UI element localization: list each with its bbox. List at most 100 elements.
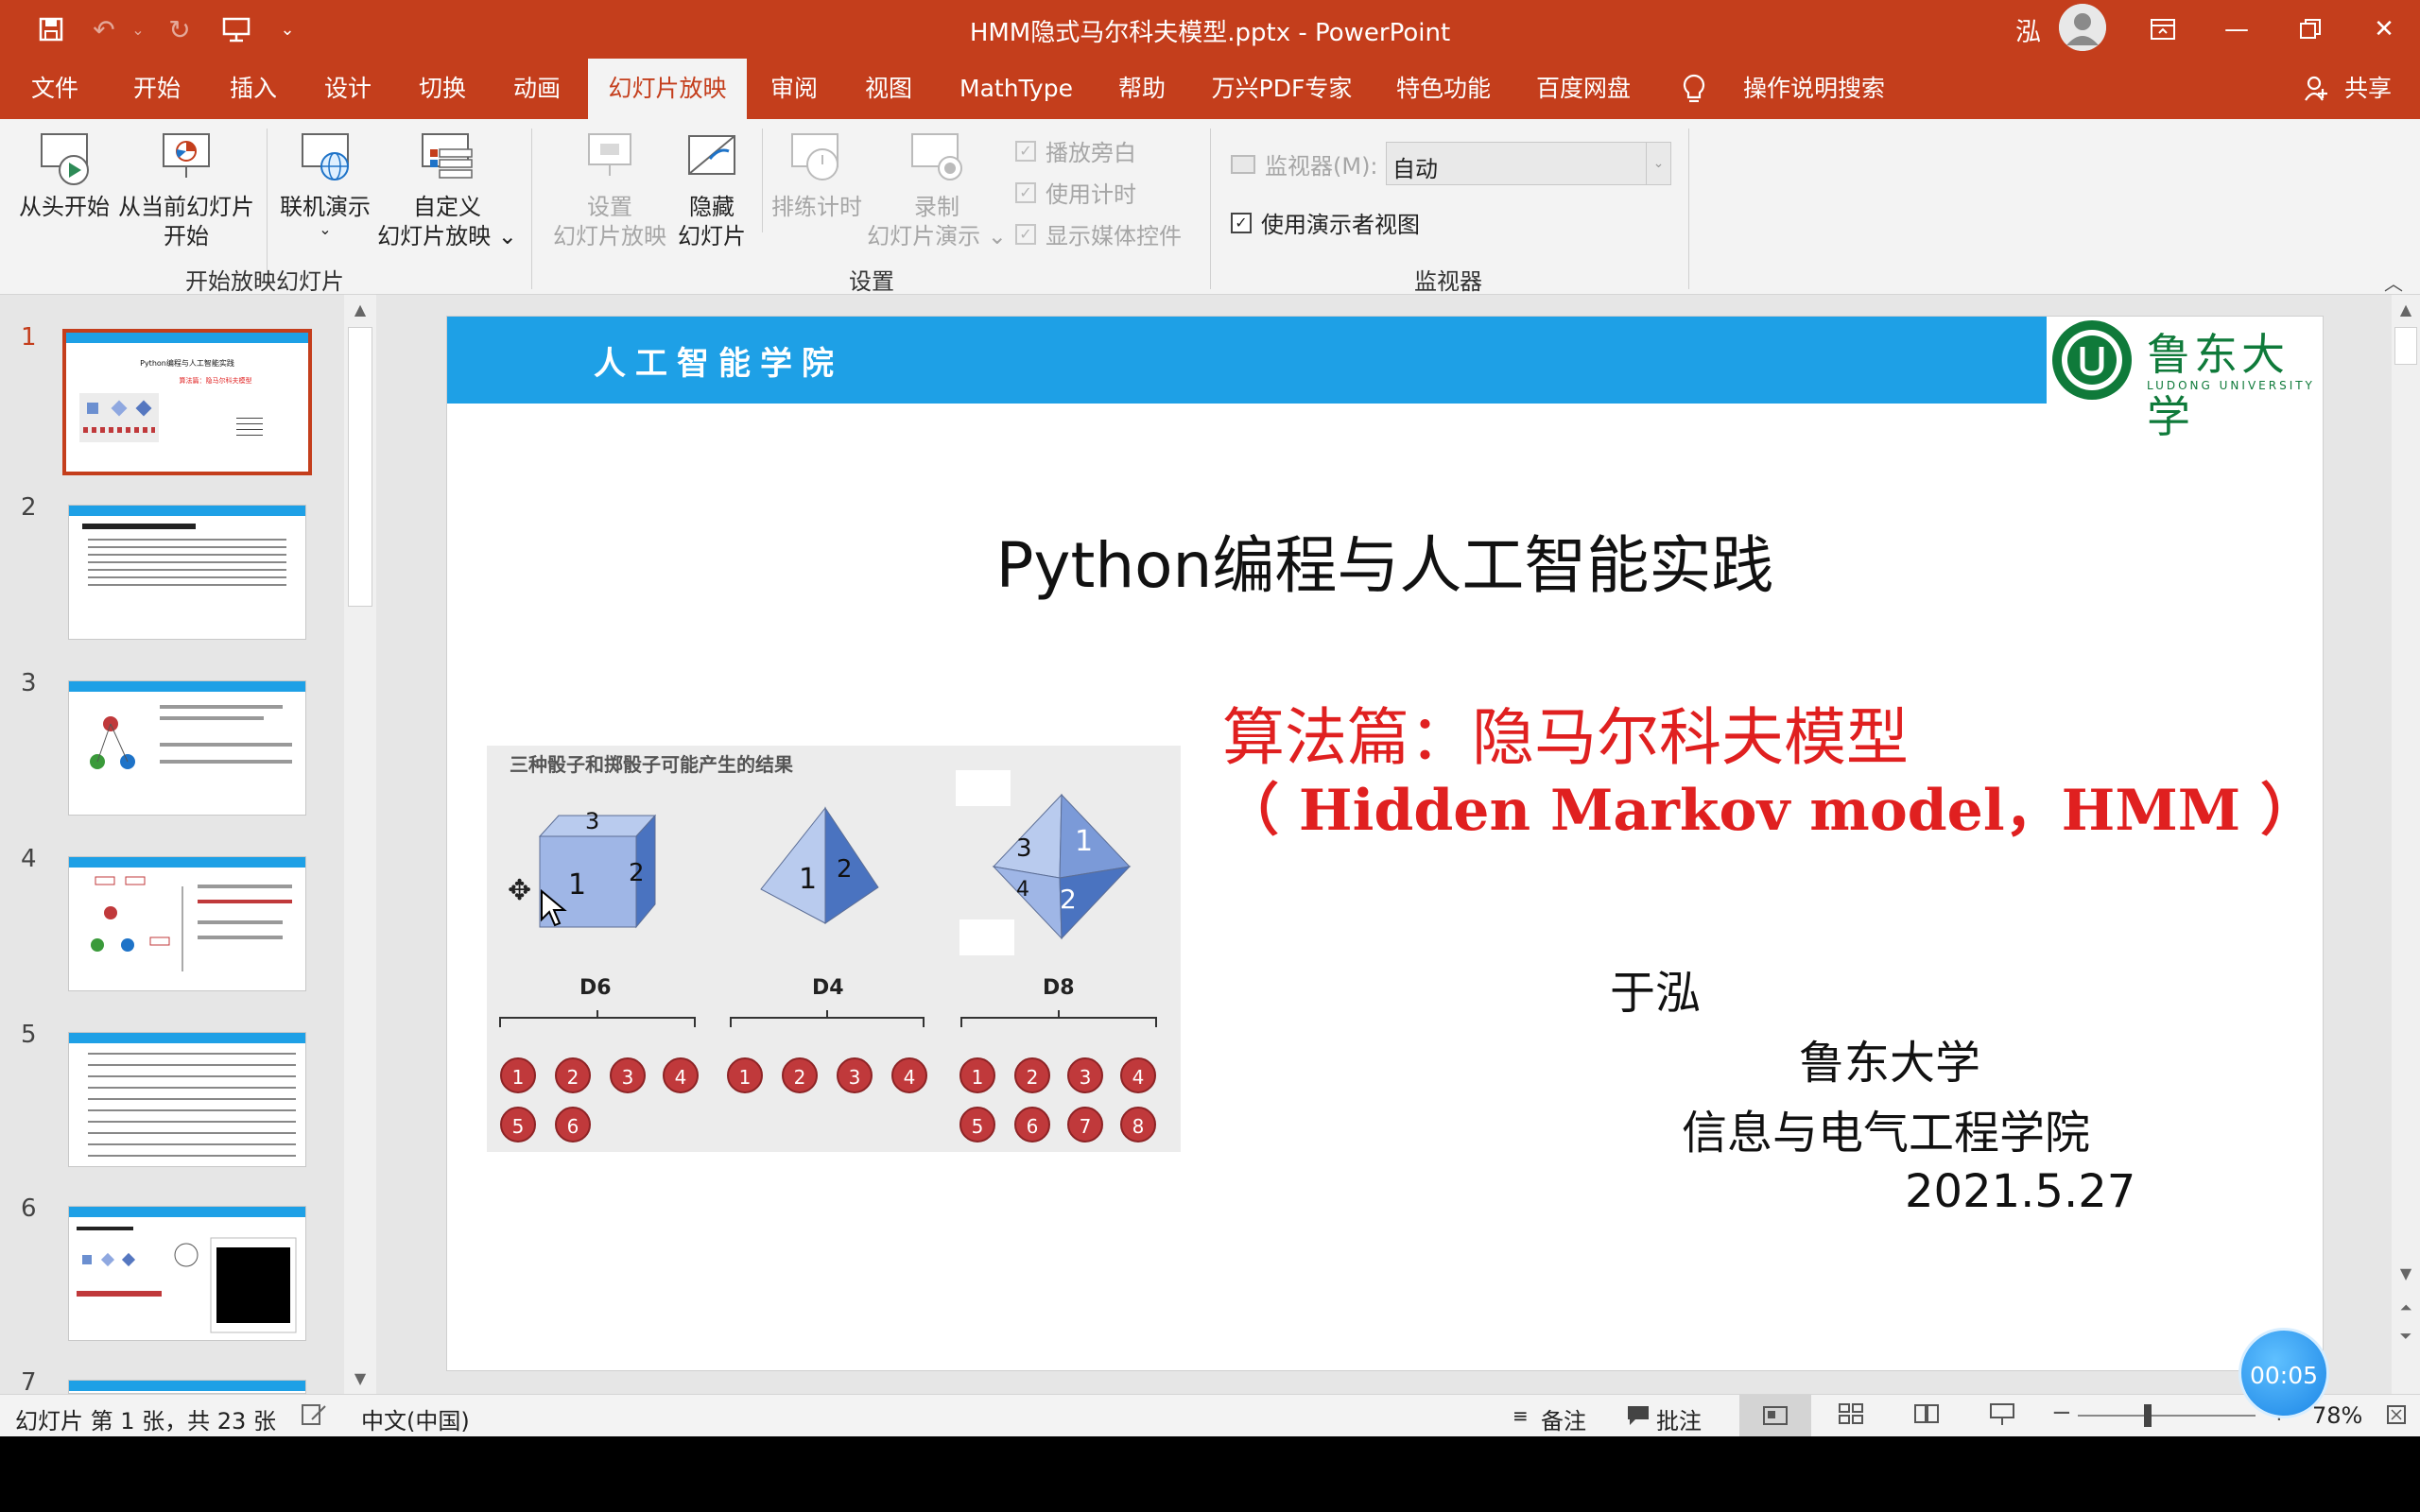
from-current-slide-button[interactable]: 从当前幻灯片 开始 — [115, 130, 257, 251]
d4-face-left: 1 — [799, 863, 818, 896]
author-name: 于泓 — [1610, 967, 1702, 1020]
collapse-ribbon-icon[interactable]: ︿ — [2384, 268, 2403, 296]
tab-baidu-netdisk[interactable]: 百度网盘 — [1531, 59, 1635, 119]
slide-sorter-icon[interactable] — [1838, 1402, 1864, 1431]
ribbon-display-options-icon[interactable] — [2135, 6, 2191, 53]
scroll-up-icon[interactable]: ▲ — [2392, 295, 2420, 325]
d8-face-b: 1 — [1075, 825, 1094, 858]
lightbulb-icon[interactable] — [1675, 59, 1713, 119]
slide-thumbnail-2[interactable] — [68, 505, 306, 640]
tab-wondershare-pdf[interactable]: 万兴PDF专家 — [1206, 59, 1357, 119]
minimize-icon[interactable]: — — [2208, 6, 2265, 53]
normal-view-button[interactable] — [1739, 1395, 1811, 1436]
slideshow-play-icon — [34, 130, 95, 189]
tell-me-search[interactable]: 操作说明搜索 — [1726, 59, 1902, 119]
next-slide-icon[interactable]: ⏷ — [2392, 1327, 2420, 1346]
present-online-button[interactable]: 联机演示 ⌄ — [274, 130, 376, 237]
tab-mathtype[interactable]: MathType — [953, 59, 1080, 119]
d8-outcome: 6 — [1014, 1107, 1050, 1143]
scrollbar-thumb[interactable] — [348, 327, 372, 607]
divider — [762, 129, 763, 232]
college-name: 人工智能学院 — [594, 345, 843, 383]
comment-icon[interactable] — [1626, 1404, 1651, 1433]
share-icon[interactable] — [2299, 59, 2333, 119]
avatar[interactable] — [2059, 4, 2106, 51]
rehearse-timings-button[interactable]: 排练计时 — [768, 130, 866, 222]
tab-review[interactable]: 审阅 — [762, 59, 826, 119]
slide-scrollbar[interactable]: ▲ ▼ ⏶ ⏷ — [2392, 295, 2420, 1394]
tab-slide-show[interactable]: 幻灯片放映 — [588, 59, 747, 119]
divider — [1688, 129, 1689, 289]
d6-outcome: 2 — [555, 1057, 591, 1093]
presentation-date: 2021.5.27 — [1905, 1165, 2136, 1218]
close-icon[interactable]: ✕ — [2356, 6, 2412, 53]
zoom-out-icon[interactable]: − — [2051, 1399, 2072, 1427]
scroll-up-icon[interactable]: ▲ — [344, 295, 376, 325]
use-timings-checkbox[interactable]: ✓ 使用计时 — [1015, 176, 1136, 209]
custom-slideshow-button[interactable]: 自定义 幻灯片放映 ⌄ — [376, 130, 518, 251]
university-logo: 鲁东大学 LUDONG UNIVERSITY — [2047, 317, 2323, 442]
tab-view[interactable]: 视图 — [856, 59, 921, 119]
current-slide[interactable]: 人工智能学院 鲁东大学 LUDONG UNIVERSITY Python编程与人… — [446, 316, 2324, 1371]
checkbox-icon: ✓ — [1015, 223, 1036, 245]
d8-outcome: 3 — [1067, 1057, 1103, 1093]
title-bar: ↶ ⌄ ↻ ⌄ HMM隐式马尔科夫模型.pptx - PowerPoint 泓 … — [0, 0, 2420, 59]
d6-outcome: 6 — [555, 1107, 591, 1143]
zoom-slider-thumb[interactable] — [2144, 1404, 2152, 1427]
d6-face-top: 3 — [585, 808, 600, 834]
thumbnail-number: 4 — [21, 845, 37, 873]
notes-icon[interactable]: ≡ — [1512, 1404, 1529, 1427]
zoom-slider[interactable] — [2078, 1415, 2256, 1417]
tab-file[interactable]: 文件 — [23, 59, 87, 119]
record-slideshow-button[interactable]: 录制 幻灯片演示 ⌄ — [866, 130, 1008, 251]
tab-design[interactable]: 设计 — [316, 59, 380, 119]
checkbox-icon: ✓ — [1231, 212, 1252, 233]
slide-thumbnail-3[interactable] — [68, 680, 306, 816]
restore-icon[interactable] — [2282, 6, 2339, 53]
setup-slideshow-button[interactable]: 设置 幻灯片放映 — [543, 130, 677, 251]
d6-face-front: 1 — [568, 868, 587, 902]
show-media-controls-checkbox[interactable]: ✓ 显示媒体控件 — [1015, 217, 1182, 250]
tab-help[interactable]: 帮助 — [1110, 59, 1174, 119]
share-button[interactable]: 共享 — [2335, 59, 2401, 119]
tab-insert[interactable]: 插入 — [221, 59, 285, 119]
reading-view-icon[interactable] — [1913, 1402, 1940, 1431]
slide-thumbnail-5[interactable] — [68, 1032, 306, 1167]
custom-slideshow-icon — [417, 130, 477, 189]
fit-to-window-icon[interactable] — [2386, 1404, 2407, 1431]
slide-thumbnail-4[interactable] — [68, 856, 306, 991]
recording-timer[interactable]: 00:05 — [2238, 1328, 2329, 1418]
play-narrations-checkbox[interactable]: ✓ 播放旁白 — [1015, 134, 1136, 167]
divider — [531, 129, 532, 289]
slideshow-view-icon[interactable] — [1989, 1402, 2015, 1433]
thumbnail-scrollbar[interactable]: ▲ ▼ — [344, 295, 376, 1394]
comments-button[interactable]: 批注 — [1656, 1402, 1702, 1435]
tab-special-features[interactable]: 特色功能 — [1392, 59, 1495, 119]
scrollbar-thumb[interactable] — [2394, 327, 2417, 365]
use-presenter-view-checkbox[interactable]: ✓ 使用演示者视图 — [1231, 206, 1420, 239]
thumbnail-number: 1 — [21, 323, 37, 352]
language-indicator[interactable]: 中文(中国) — [361, 1402, 470, 1435]
previous-slide-icon[interactable]: ⏶ — [2392, 1298, 2420, 1317]
author-affiliation: 鲁东大学 — [1799, 1037, 1981, 1090]
from-beginning-button[interactable]: 从头开始 — [13, 130, 115, 222]
slide-counter: 幻灯片 第 1 张，共 23 张 — [15, 1408, 276, 1435]
slide-thumbnail-7[interactable] — [68, 1380, 306, 1394]
slide-subtitle-en: （ Hidden Markov model，HMM ） — [1222, 778, 2318, 844]
notes-button[interactable]: 备注 — [1541, 1402, 1586, 1435]
normal-view-icon — [1763, 1406, 1788, 1425]
hide-slide-button[interactable]: 隐藏 幻灯片 — [669, 130, 754, 251]
tab-home[interactable]: 开始 — [125, 59, 189, 119]
monitor-select[interactable]: 自动 ⌄ — [1386, 142, 1671, 185]
tab-transitions[interactable]: 切换 — [410, 59, 475, 119]
tab-animations[interactable]: 动画 — [505, 59, 569, 119]
notes-check-icon[interactable] — [301, 1402, 327, 1433]
zoom-level[interactable]: 78% — [2312, 1402, 2362, 1429]
slide-thumbnail-6[interactable] — [68, 1206, 306, 1341]
slide-thumbnail-1[interactable]: Python编程与人工智能实践 算法篇：隐马尔科夫模型 — [62, 329, 312, 475]
user-name: 泓 — [2015, 18, 2041, 47]
scroll-down-icon[interactable]: ▼ — [344, 1364, 376, 1394]
divider — [1210, 129, 1211, 289]
scroll-down-icon[interactable]: ▼ — [2392, 1261, 2420, 1287]
d4-outcome: 2 — [782, 1057, 818, 1093]
